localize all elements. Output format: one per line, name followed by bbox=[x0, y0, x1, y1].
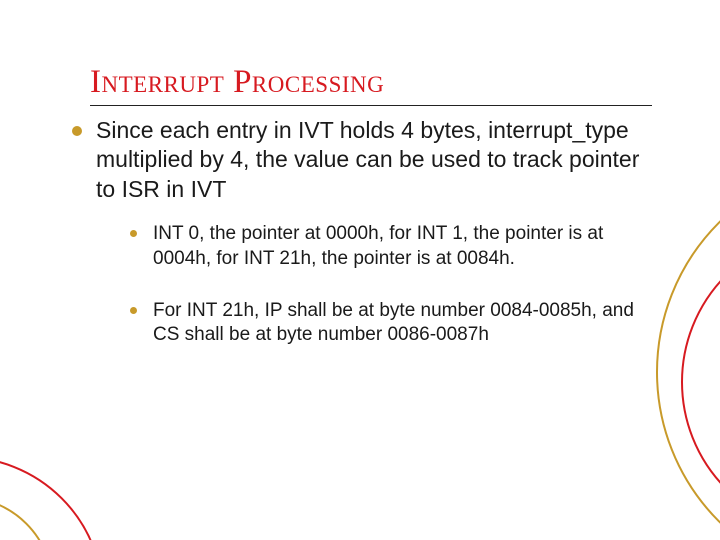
main-point-text: Since each entry in IVT holds 4 bytes, i… bbox=[96, 116, 652, 204]
bullet-icon bbox=[130, 230, 137, 237]
sub-point-text: For INT 21h, IP shall be at byte number … bbox=[153, 299, 652, 348]
bullet-icon bbox=[72, 126, 82, 136]
title-rule bbox=[90, 105, 652, 106]
main-bullet-row: Since each entry in IVT holds 4 bytes, i… bbox=[90, 116, 652, 204]
sub-bullet-row: For INT 21h, IP shall be at byte number … bbox=[130, 299, 652, 348]
slide: Interrupt Processing Since each entry in… bbox=[0, 0, 720, 540]
sub-bullet-row: INT 0, the pointer at 0000h, for INT 1, … bbox=[130, 222, 652, 271]
sub-point-text: INT 0, the pointer at 0000h, for INT 1, … bbox=[153, 222, 652, 271]
bullet-icon bbox=[130, 307, 137, 314]
sub-bullet-list: INT 0, the pointer at 0000h, for INT 1, … bbox=[130, 222, 652, 347]
slide-title: Interrupt Processing bbox=[90, 64, 652, 101]
